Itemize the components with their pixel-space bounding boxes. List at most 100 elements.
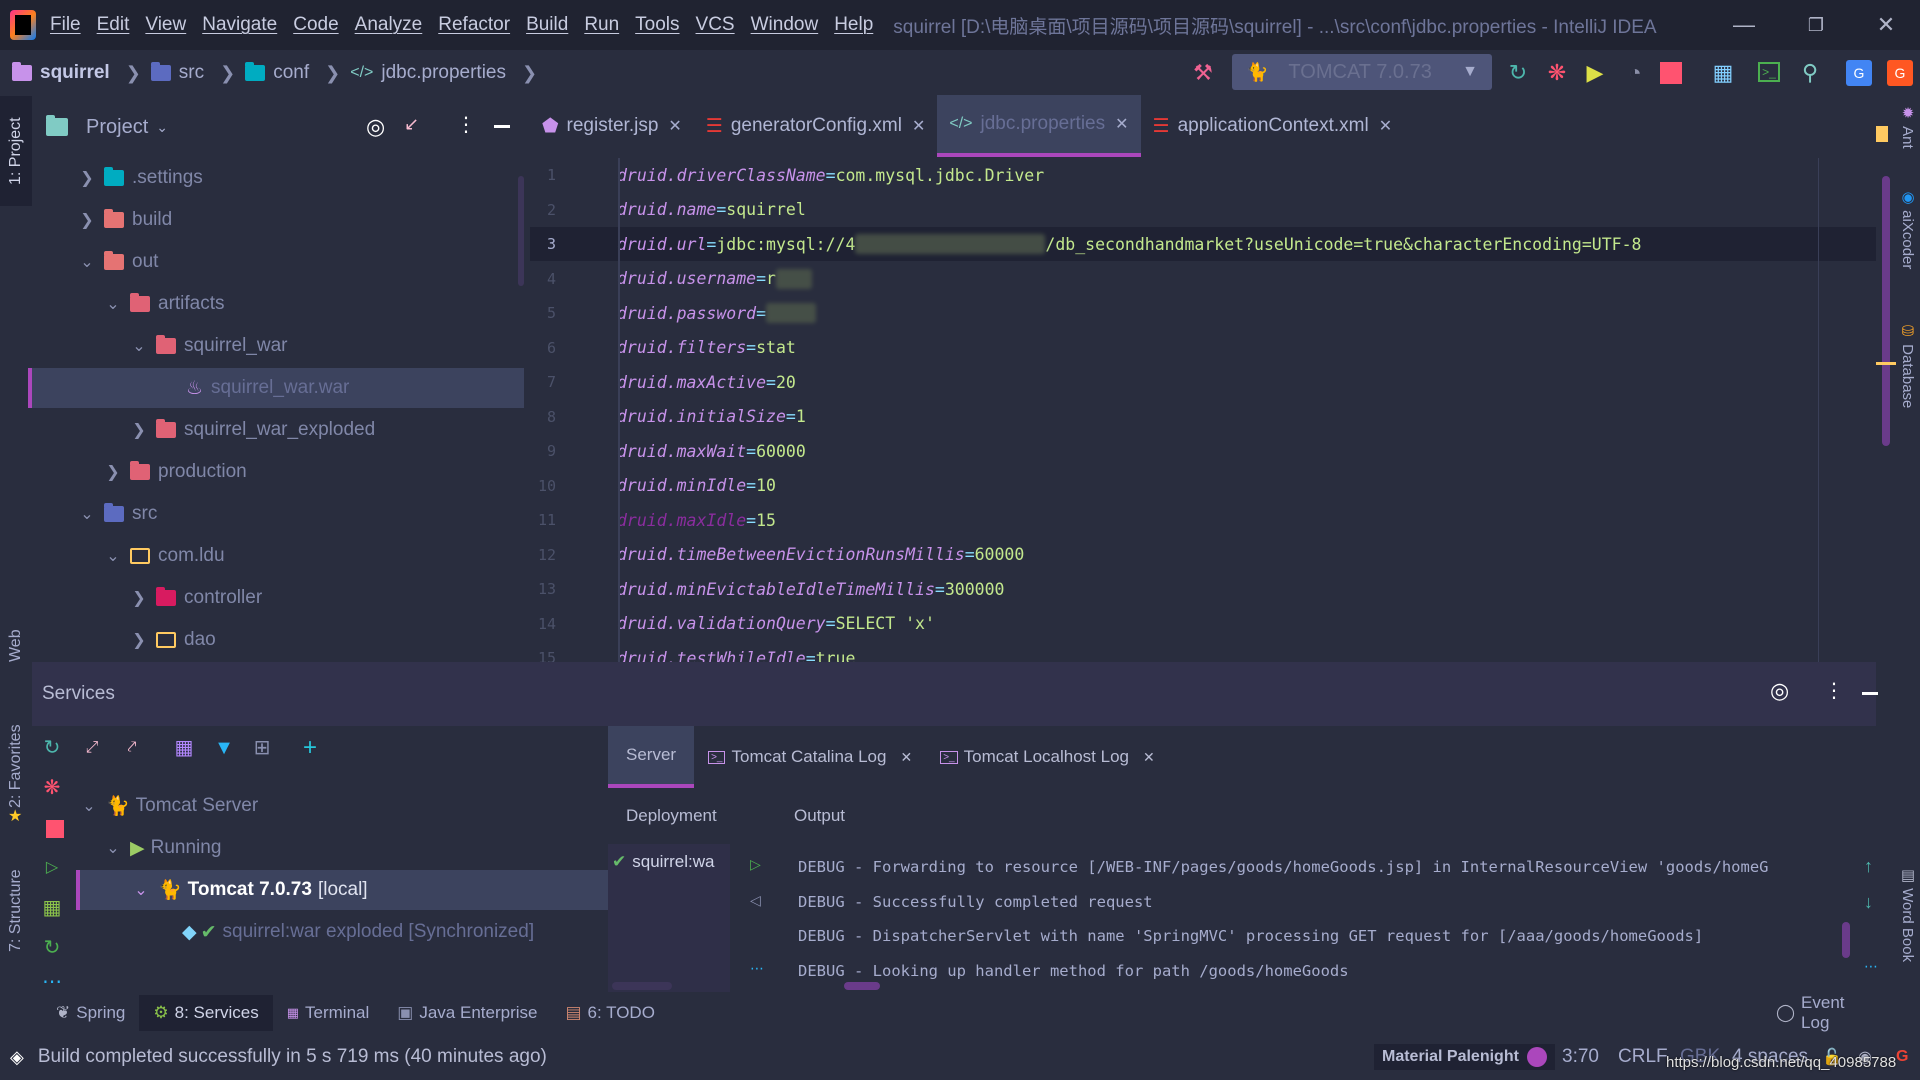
code-line[interactable]: druid.maxActive = 20 — [617, 365, 796, 399]
caret-position[interactable]: 3:70 — [1562, 1046, 1599, 1068]
code-line[interactable]: druid.url = jdbc:mysql://4/db_secondhandma… — [617, 227, 1641, 261]
service-item-tomcat-local[interactable]: ⌄ 🐈 Tomcat 7.0.73 [local] — [76, 870, 608, 910]
code-line[interactable]: druid.initialSize = 1 — [617, 400, 806, 434]
close-tab-icon[interactable]: ✕ — [1379, 116, 1392, 136]
stop-icon[interactable] — [46, 820, 64, 838]
run-coverage-icon[interactable]: ▶ — [1582, 60, 1608, 86]
scroll-up-icon[interactable]: ↑ — [1864, 856, 1873, 877]
tab-localhost-log[interactable]: >_ Tomcat Localhost Log ✕ — [926, 747, 1169, 767]
profiler-icon[interactable]: ◔ — [1622, 60, 1648, 86]
tab-jdbc-properties[interactable]: </> jdbc.properties ✕ — [937, 95, 1141, 157]
event-log-button[interactable]: ◯ Event Log — [1762, 993, 1876, 1032]
chevron-down-icon[interactable]: ⌄ — [156, 119, 168, 136]
chevron-right-icon[interactable]: ❯ — [130, 630, 148, 650]
tool-tab-project[interactable]: 1: Project — [0, 96, 32, 206]
code-line[interactable]: druid.name = squirrel — [617, 193, 806, 227]
filter-icon[interactable]: ▼ — [210, 734, 238, 762]
more-options-icon[interactable]: ⋮ — [1824, 678, 1844, 703]
chevron-down-icon[interactable]: ⌄ — [104, 294, 122, 314]
debug-icon[interactable]: ❋ — [1544, 60, 1570, 86]
chevron-down-icon[interactable]: ⌄ — [78, 252, 96, 272]
more-actions-icon[interactable]: ⋯ — [750, 960, 764, 977]
tool-tab-aixcoder[interactable]: ◉ aiXcoder — [1898, 188, 1916, 269]
tool-tab-spring[interactable]: ❦ Spring — [42, 995, 139, 1031]
google-translate-alt-icon[interactable]: G — [1887, 60, 1913, 86]
deploy-icon[interactable]: ▷ — [38, 854, 66, 882]
tree-item[interactable]: ⌄ com.ldu — [104, 536, 224, 576]
tree-item[interactable]: ⌄ artifacts — [104, 284, 225, 324]
chevron-right-icon[interactable]: ❯ — [78, 210, 96, 230]
project-view-selector[interactable]: Project — [86, 116, 148, 139]
menu-run[interactable]: Run — [584, 14, 619, 36]
tree-item[interactable]: ❯ controller — [130, 578, 262, 618]
tree-item[interactable]: ♨ squirrel_war.war — [28, 368, 524, 408]
menu-window[interactable]: Window — [751, 14, 819, 36]
chevron-down-icon[interactable]: ⌄ — [78, 504, 96, 524]
service-item-running[interactable]: ⌄ ▶ Running — [104, 828, 221, 868]
code-line[interactable]: druid.username = r — [617, 262, 812, 296]
new-tab-icon[interactable]: ⊞ — [248, 734, 276, 762]
expand-all-icon[interactable]: ⤢ — [78, 734, 106, 762]
code-line[interactable]: druid.maxIdle = 15 — [617, 503, 776, 537]
tree-item[interactable]: ⌄ out — [78, 242, 158, 282]
artifacts-icon[interactable]: ▦ — [38, 894, 66, 922]
code-line[interactable]: druid.minIdle = 10 — [617, 469, 776, 503]
code-line[interactable]: druid.validationQuery = SELECT 'x' — [617, 607, 935, 641]
output-console[interactable]: DEBUG - Forwarding to resource [/WEB-INF… — [798, 850, 1828, 992]
minimize-button[interactable]: — — [1724, 8, 1764, 42]
tree-item[interactable]: ❯ .settings — [78, 158, 203, 198]
menu-analyze[interactable]: Analyze — [355, 14, 423, 36]
restore-button[interactable]: ❐ — [1796, 8, 1836, 42]
tree-item[interactable]: ❯ build — [78, 200, 172, 240]
editor-scrollbar[interactable] — [1882, 176, 1890, 446]
menu-build[interactable]: Build — [526, 14, 568, 36]
group-by-icon[interactable]: ▦ — [170, 734, 198, 762]
hide-panel-icon[interactable] — [1862, 692, 1878, 695]
deploy-arrow-icon[interactable]: ▷ — [750, 856, 761, 873]
tool-tab-java-enterprise[interactable]: ▣ Java Enterprise — [383, 995, 551, 1031]
tree-scrollbar[interactable] — [518, 176, 524, 286]
service-item-artifact[interactable]: ◆ ✔ squirrel:war exploded [Synchronized] — [182, 912, 534, 952]
structure-grid-icon[interactable]: ▦ — [1710, 60, 1736, 86]
locate-target-icon[interactable]: ◎ — [1770, 678, 1789, 704]
refresh-icon[interactable]: ↻ — [38, 734, 66, 762]
more-actions-icon[interactable]: ⋯ — [1864, 958, 1878, 975]
code-line[interactable]: druid.maxWait = 60000 — [617, 434, 806, 468]
code-line[interactable]: druid.timeBetweenEvictionRunsMillis = 6000… — [617, 538, 1024, 572]
update-icon[interactable]: ↻ — [38, 934, 66, 962]
close-tab-icon[interactable]: ✕ — [912, 116, 925, 136]
menu-view[interactable]: View — [145, 14, 186, 36]
close-tab-icon[interactable]: ✕ — [900, 749, 912, 766]
collapse-all-icon[interactable]: ⤤ — [118, 734, 146, 762]
tool-tab-todo[interactable]: ▤ 6: TODO — [551, 995, 668, 1031]
code-line[interactable]: druid.filters = stat — [617, 331, 796, 365]
tool-tab-terminal[interactable]: ▦ Terminal — [273, 995, 384, 1031]
output-h-scrollbar[interactable] — [844, 982, 880, 990]
tool-tab-web[interactable]: Web — [0, 616, 32, 676]
theme-indicator[interactable]: Material Palenight — [1374, 1044, 1555, 1070]
tool-tab-services[interactable]: ⚙ 8: Services — [139, 995, 273, 1031]
tree-item[interactable]: ❯ dao — [130, 620, 215, 660]
rerun-icon[interactable]: ↻ — [1505, 60, 1531, 86]
chevron-right-icon[interactable]: ❯ — [130, 420, 148, 440]
breadcrumb-item-file[interactable]: </> jdbc.properties — [350, 62, 506, 84]
scroll-down-icon[interactable]: ↓ — [1864, 892, 1873, 913]
code-line[interactable]: druid.driverClassName = com.mysql.jdbc.Dri… — [617, 158, 1044, 192]
terminal-icon[interactable]: >_ — [1758, 62, 1780, 82]
breadcrumb-item-conf[interactable]: conf — [245, 62, 309, 84]
more-options-icon[interactable]: ⋮ — [456, 112, 476, 137]
run-configuration-dropdown[interactable]: 🐈 TOMCAT 7.0.73 ▼ — [1232, 54, 1492, 90]
locate-target-icon[interactable]: ◎ — [366, 114, 385, 140]
add-service-icon[interactable]: + — [296, 734, 324, 762]
chevron-right-icon[interactable]: ❯ — [104, 462, 122, 482]
breadcrumb-item-project[interactable]: squirrel — [12, 62, 110, 84]
tree-item[interactable]: ⌄ src — [78, 494, 157, 534]
tool-tab-ant[interactable]: ✹ Ant — [1898, 104, 1916, 149]
tree-item[interactable]: ⌄ squirrel_war — [130, 326, 287, 366]
tab-catalina-log[interactable]: >_ Tomcat Catalina Log ✕ — [694, 747, 926, 767]
tool-tab-word-book[interactable]: ▤ Word Book — [1898, 866, 1916, 962]
horizontal-scrollbar[interactable] — [612, 982, 672, 990]
menu-refactor[interactable]: Refactor — [438, 14, 510, 36]
service-item-tomcat-server[interactable]: ⌄ 🐈 Tomcat Server — [80, 786, 258, 826]
tree-item[interactable]: ❯ squirrel_war_exploded — [130, 410, 375, 450]
